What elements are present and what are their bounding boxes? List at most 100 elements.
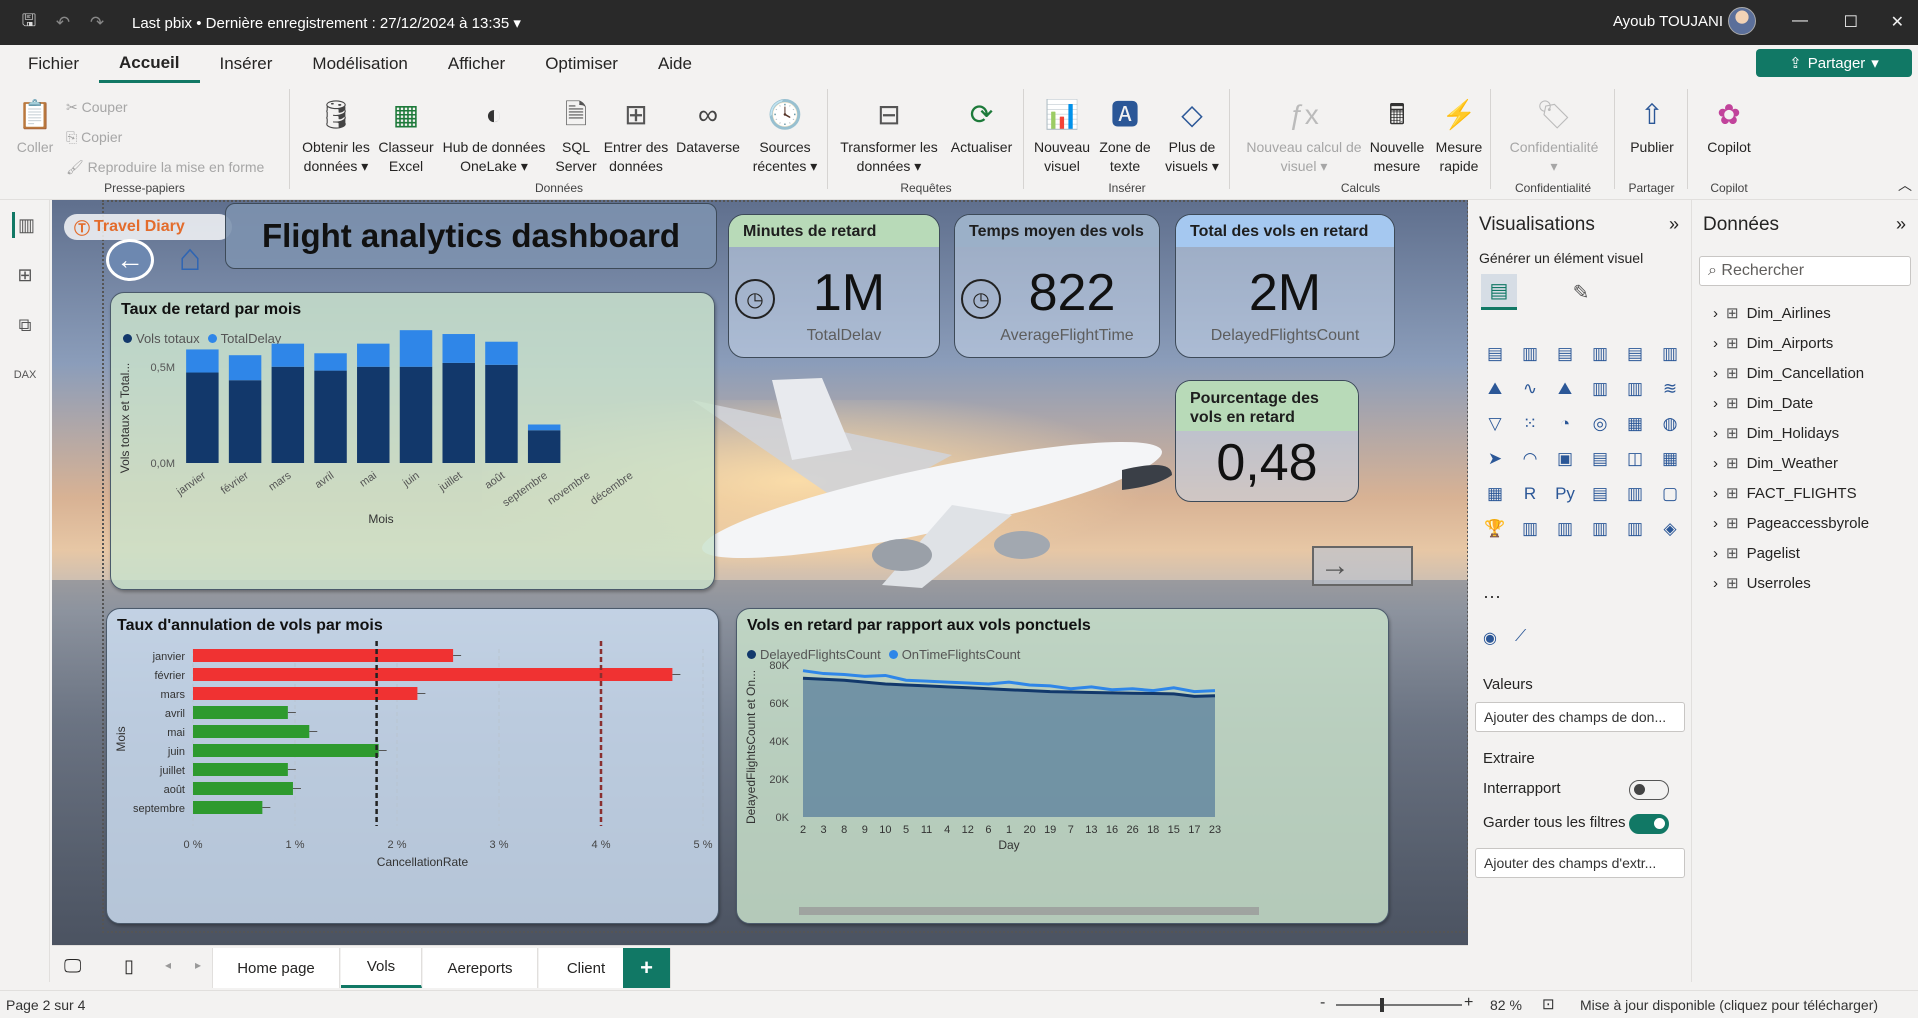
visual-type-icon[interactable]: ▥	[1586, 515, 1614, 543]
collapse-pane-icon[interactable]: »	[1896, 214, 1906, 235]
visual-type-icon[interactable]: ∿	[1516, 375, 1544, 403]
sql-button[interactable]: 🗎 SQL Server	[551, 93, 601, 176]
menu-file[interactable]: Fichier	[0, 45, 99, 83]
python-visual-icon[interactable]: ◉	[1483, 628, 1497, 648]
kpi-avg-flight-time[interactable]: Temps moyen des vols ◷ 822 AverageFlight…	[954, 214, 1160, 358]
kpi-delayed-flights[interactable]: Total des vols en retard 2M DelayedFligh…	[1175, 214, 1395, 358]
visual-type-icon[interactable]: ◍	[1656, 410, 1684, 438]
visual-type-icon[interactable]: ▥	[1516, 515, 1544, 543]
keep-filters-toggle[interactable]	[1629, 814, 1669, 834]
visual-type-icon[interactable]: ▦	[1621, 410, 1649, 438]
ellipsis-icon[interactable]: ···	[1483, 586, 1501, 607]
tab-home-page[interactable]: Home page	[212, 948, 340, 988]
desktop-layout-icon[interactable]: 🖵	[64, 956, 81, 977]
maximize-icon[interactable]: ☐	[1844, 12, 1858, 32]
privacy-button[interactable]: 🏷 Confidentialité ▾	[1498, 93, 1610, 176]
table-item[interactable]: › ⊞ Dim_Weather	[1713, 454, 1838, 473]
visual-type-icon[interactable]: ▦	[1481, 480, 1509, 508]
zoom-slider-thumb[interactable]	[1380, 998, 1384, 1012]
recent-sources-button[interactable]: 🕓 Sources récentes ▾	[746, 93, 824, 176]
visual-type-icon[interactable]: ⛰	[1551, 375, 1579, 403]
table-item[interactable]: › ⊞ Pageaccessbyrole	[1713, 514, 1869, 533]
quick-measure-button[interactable]: ⚡ Mesure rapide	[1429, 93, 1489, 176]
refresh-button[interactable]: ⟳ Actualiser	[944, 93, 1019, 157]
onelake-button[interactable]: ◐ Hub de données OneLake ▾	[437, 93, 551, 176]
kpi-delay-percentage[interactable]: Pourcentage des vols en retard 0,48	[1175, 380, 1359, 502]
menu-help[interactable]: Aide	[638, 45, 712, 83]
visual-type-icon[interactable]: ▤	[1481, 340, 1509, 368]
build-visual-tab[interactable]: ▤	[1481, 274, 1517, 310]
visual-type-icon[interactable]: ▤	[1586, 445, 1614, 473]
new-calc-button[interactable]: ƒx Nouveau calcul de visuel ▾	[1239, 93, 1369, 176]
undo-icon[interactable]: ↶	[52, 12, 74, 34]
visual-type-icon[interactable]: ▥	[1551, 515, 1579, 543]
visual-type-icon[interactable]: ▢	[1656, 480, 1684, 508]
visual-type-icon[interactable]: ▽	[1481, 410, 1509, 438]
get-data-button[interactable]: 🛢 Obtenir les données ▾	[301, 93, 371, 176]
minimize-icon[interactable]: —	[1792, 12, 1808, 30]
add-page-button[interactable]: +	[623, 948, 671, 988]
enter-data-button[interactable]: ⊞ Entrer des données	[601, 93, 671, 176]
zoom-slider[interactable]	[1336, 998, 1462, 1012]
tab-vols[interactable]: Vols	[341, 948, 422, 988]
save-icon[interactable]: 🖫	[18, 11, 40, 34]
kpi-delay-minutes[interactable]: Minutes de retard ◷ 1M TotalDelav	[728, 214, 940, 358]
tab-client[interactable]: Client	[539, 948, 634, 988]
visual-type-icon[interactable]: R	[1516, 480, 1544, 508]
search-input[interactable]: ⌕ Rechercher	[1699, 256, 1911, 286]
menu-home[interactable]: Accueil	[99, 45, 200, 83]
close-icon[interactable]: ✕	[1891, 12, 1904, 32]
table-item[interactable]: › ⊞ Dim_Airports	[1713, 334, 1833, 353]
copilot-button[interactable]: ✿ Copilot	[1695, 93, 1763, 157]
report-view-icon[interactable]: ▥	[12, 212, 38, 238]
collapse-pane-icon[interactable]: »	[1669, 214, 1679, 235]
cancellation-chart-card[interactable]: Taux d'annulation de vols par mois 0 % 1 …	[106, 608, 719, 924]
visual-type-icon[interactable]: Py	[1551, 480, 1579, 508]
publish-button[interactable]: ⇧ Publier	[1622, 93, 1682, 157]
home-icon[interactable]: ⌂	[168, 236, 212, 280]
tab-aereports[interactable]: Aereports	[423, 948, 538, 988]
new-visual-button[interactable]: 📊 Nouveau visuel	[1031, 93, 1093, 176]
window-title[interactable]: Last pbix • Dernière enregistrement : 27…	[132, 14, 521, 32]
visual-type-icon[interactable]: ▥	[1621, 515, 1649, 543]
redo-icon[interactable]: ↷	[86, 12, 108, 34]
menu-optimize[interactable]: Optimiser	[525, 45, 638, 83]
menu-insert[interactable]: Insérer	[200, 45, 293, 83]
mobile-layout-icon[interactable]: ▯	[124, 956, 134, 977]
table-item[interactable]: › ⊞ Dim_Airlines	[1713, 304, 1831, 323]
visual-type-icon[interactable]: 🏆	[1481, 515, 1509, 543]
table-item[interactable]: › ⊞ Dim_Holidays	[1713, 424, 1839, 443]
visual-type-icon[interactable]: ▤	[1621, 340, 1649, 368]
visual-type-icon[interactable]: ◔	[1551, 410, 1579, 438]
model-view-icon[interactable]: ⧉	[12, 312, 38, 338]
copy-button[interactable]: ⎘ Copier	[66, 129, 122, 146]
update-notice[interactable]: Mise à jour disponible (cliquez pour tél…	[1580, 997, 1878, 1013]
paste-button[interactable]: 📋 Coller	[10, 93, 60, 157]
visual-type-icon[interactable]: ▦	[1656, 445, 1684, 473]
drillthrough-field-well[interactable]: Ajouter des champs d'extr...	[1475, 848, 1685, 878]
custom-visual-icon[interactable]: ⟋	[1515, 628, 1526, 646]
zoom-in-button[interactable]: +	[1464, 994, 1473, 1012]
table-item[interactable]: › ⊞ Dim_Cancellation	[1713, 364, 1864, 383]
cut-button[interactable]: ✂ Couper	[66, 99, 128, 116]
visual-type-icon[interactable]: ≋	[1656, 375, 1684, 403]
next-page-button[interactable]: →	[1312, 546, 1413, 586]
visual-type-icon[interactable]: ▤	[1551, 340, 1579, 368]
values-field-well[interactable]: Ajouter des champs de don...	[1475, 702, 1685, 732]
visual-type-icon[interactable]: ▥	[1516, 340, 1544, 368]
table-item[interactable]: › ⊞ Pagelist	[1713, 544, 1800, 563]
collapse-ribbon-icon[interactable]: ︿	[1898, 175, 1912, 195]
report-canvas[interactable]: Ⓣ Travel Diary Flight analytics dashboard…	[52, 200, 1468, 945]
excel-button[interactable]: ▦ Classeur Excel	[376, 93, 436, 176]
transform-button[interactable]: ⊟ Transformer les données ▾	[839, 93, 939, 176]
visual-type-icon[interactable]: ◈	[1656, 515, 1684, 543]
avatar[interactable]	[1728, 7, 1756, 35]
visual-type-icon[interactable]: ▥	[1586, 375, 1614, 403]
visual-type-icon[interactable]: ▣	[1551, 445, 1579, 473]
visual-type-icon[interactable]: ▥	[1621, 375, 1649, 403]
visual-type-icon[interactable]: ◫	[1621, 445, 1649, 473]
zoom-out-button[interactable]: -	[1320, 994, 1325, 1012]
visual-type-icon[interactable]: ▤	[1586, 480, 1614, 508]
visual-type-icon[interactable]: ⁙	[1516, 410, 1544, 438]
cross-report-toggle[interactable]	[1629, 780, 1669, 800]
